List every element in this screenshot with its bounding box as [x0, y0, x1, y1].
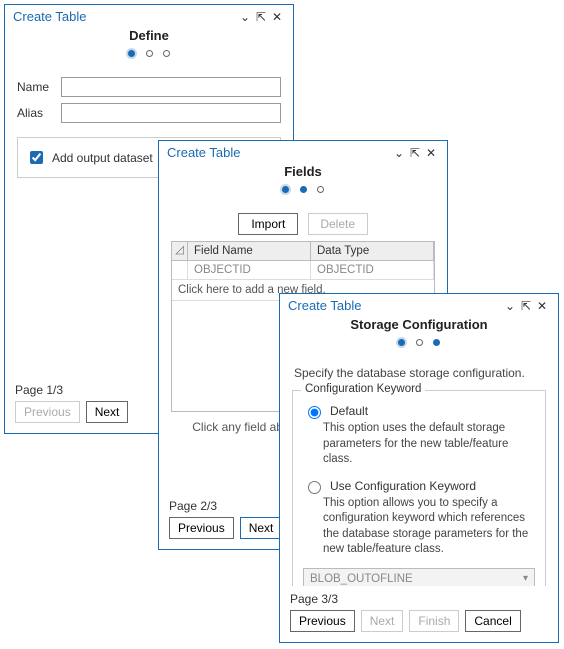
- delete-button: Delete: [308, 213, 368, 235]
- dropdown-icon[interactable]: ⌄: [237, 10, 253, 24]
- previous-button[interactable]: Previous: [290, 610, 355, 632]
- step-dot-3: [433, 339, 440, 346]
- titlebar: Create Table ⌄ ⇱ ✕: [159, 141, 447, 162]
- grid-corner-icon[interactable]: ◿: [172, 242, 188, 260]
- grid-row[interactable]: OBJECTID OBJECTID: [172, 261, 434, 280]
- radio-default-desc: This option uses the default storage par…: [323, 421, 535, 468]
- step-dots: [280, 332, 558, 360]
- radio-use-keyword-input[interactable]: [308, 481, 321, 494]
- radio-default-input[interactable]: [308, 406, 321, 419]
- step-dots: [5, 43, 293, 71]
- cell-field-name: OBJECTID: [188, 261, 311, 279]
- pin-icon[interactable]: ⇱: [518, 299, 534, 313]
- step-dot-1: [128, 50, 135, 57]
- step-dot-2: [146, 50, 153, 57]
- window-title: Create Table: [13, 9, 237, 24]
- instruction-text: Specify the database storage configurati…: [294, 366, 544, 380]
- previous-button[interactable]: Previous: [169, 517, 234, 539]
- keyword-combobox[interactable]: BLOB_OUTOFLINE ▾: [303, 568, 535, 586]
- keyword-value: BLOB_OUTOFLINE: [310, 573, 523, 585]
- next-button[interactable]: Next: [86, 401, 129, 423]
- name-input[interactable]: [61, 77, 281, 97]
- radio-use-keyword-label: Use Configuration Keyword: [330, 479, 476, 493]
- grid-header: ◿ Field Name Data Type: [172, 242, 434, 261]
- step-dot-2: [416, 339, 423, 346]
- titlebar: Create Table ⌄ ⇱ ✕: [280, 294, 558, 315]
- step-dot-2: [300, 186, 307, 193]
- window-title: Create Table: [288, 298, 502, 313]
- finish-button: Finish: [409, 610, 459, 632]
- alias-label: Alias: [17, 106, 61, 120]
- window-title: Create Table: [167, 145, 391, 160]
- page-indicator: Page 3/3: [290, 592, 548, 606]
- config-keyword-group: Configuration Keyword Default This optio…: [292, 390, 546, 586]
- import-button[interactable]: Import: [238, 213, 298, 235]
- radio-use-keyword-desc: This option allows you to specify a conf…: [323, 496, 535, 558]
- name-label: Name: [17, 80, 61, 94]
- col-field-name[interactable]: Field Name: [188, 242, 311, 260]
- step-title: Fields: [159, 162, 447, 179]
- step-dot-3: [317, 186, 324, 193]
- radio-default-label: Default: [330, 404, 368, 418]
- close-icon[interactable]: ✕: [534, 299, 550, 313]
- create-table-panel-storage: Create Table ⌄ ⇱ ✕ Storage Configuration…: [279, 293, 559, 643]
- cancel-button[interactable]: Cancel: [465, 610, 520, 632]
- titlebar: Create Table ⌄ ⇱ ✕: [5, 5, 293, 26]
- dropdown-icon[interactable]: ⌄: [391, 146, 407, 160]
- step-title: Define: [5, 26, 293, 43]
- previous-button: Previous: [15, 401, 80, 423]
- cell-data-type: OBJECTID: [311, 261, 434, 279]
- add-output-checkbox-input[interactable]: [30, 151, 43, 164]
- radio-use-keyword[interactable]: Use Configuration Keyword: [303, 478, 535, 494]
- group-legend: Configuration Keyword: [301, 383, 425, 395]
- step-dots: [159, 179, 447, 207]
- pin-icon[interactable]: ⇱: [253, 10, 269, 24]
- step-dot-1: [398, 339, 405, 346]
- close-icon[interactable]: ✕: [269, 10, 285, 24]
- close-icon[interactable]: ✕: [423, 146, 439, 160]
- dropdown-icon[interactable]: ⌄: [502, 299, 518, 313]
- radio-default[interactable]: Default: [303, 403, 535, 419]
- next-button[interactable]: Next: [240, 517, 283, 539]
- step-dot-1: [282, 186, 289, 193]
- col-data-type[interactable]: Data Type: [311, 242, 434, 260]
- alias-input[interactable]: [61, 103, 281, 123]
- pin-icon[interactable]: ⇱: [407, 146, 423, 160]
- next-button: Next: [361, 610, 404, 632]
- chevron-down-icon: ▾: [523, 573, 528, 584]
- add-output-label: Add output dataset: [52, 151, 153, 165]
- step-dot-3: [163, 50, 170, 57]
- step-title: Storage Configuration: [280, 315, 558, 332]
